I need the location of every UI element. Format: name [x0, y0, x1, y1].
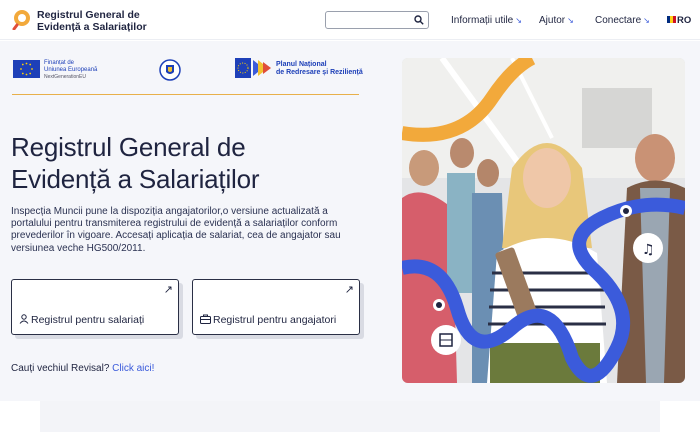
pnrr-line-1: Planul Național	[276, 61, 327, 68]
arrow-up-right-icon: ↗	[344, 284, 354, 296]
hero-photo: ♫	[402, 58, 685, 383]
arrow-down-right-icon: ↘	[515, 16, 522, 25]
nav-informatii-utile[interactable]: Informații utile ↘	[451, 15, 522, 26]
page-title: Registrul General de Evidență a Salariaț…	[11, 131, 391, 195]
arrow-down-right-icon: ↘	[567, 16, 574, 25]
revisal-prompt: Cauți vechiul Revisal? Click aici!	[11, 363, 154, 374]
brand-name[interactable]: Registrul General de Evidență a Salariaț…	[37, 9, 147, 33]
hero-photo-illustration: ♫	[402, 58, 685, 383]
search-icon[interactable]	[414, 15, 424, 25]
arrow-down-right-icon: ↘	[643, 16, 650, 25]
user-icon	[19, 314, 29, 324]
next-section-preview	[40, 401, 660, 432]
brand-line-1: Registrul General de	[37, 9, 140, 21]
svg-text:♫: ♫	[642, 242, 655, 258]
title-line-1: Registrul General de	[11, 132, 246, 162]
site-logo-icon[interactable]	[11, 8, 33, 30]
card-label: Registrul pentru angajatori	[200, 314, 336, 326]
briefcase-icon	[200, 314, 211, 324]
nav-ajutor[interactable]: Ajutor ↘	[539, 15, 574, 26]
card-label: Registrul pentru salariați	[19, 314, 144, 326]
romania-flag-icon	[667, 16, 676, 23]
nav-label: Conectare	[595, 15, 642, 26]
revisal-text: Cauți vechiul Revisal?	[11, 363, 110, 374]
card-registru-angajatori[interactable]: ↗ Registrul pentru angajatori	[192, 279, 360, 335]
pnrr-line-2: de Redresare și Reziliență	[276, 69, 363, 76]
government-crest-icon	[159, 59, 181, 81]
hero-description: Inspecția Muncii pune la dispoziția anga…	[11, 206, 341, 254]
nav-conectare[interactable]: Conectare ↘	[595, 15, 650, 26]
eu-line-1: Finanțat de	[44, 60, 75, 66]
top-header: Registrul General de Evidență a Salariaț…	[0, 0, 700, 40]
brand-line-2: Evidență a Salariaților	[37, 21, 147, 33]
language-label: RO	[677, 15, 692, 26]
eu-line-2: Uniunea Europeană	[44, 67, 98, 73]
arrow-up-right-icon: ↗	[163, 284, 173, 296]
nav-label: Ajutor	[539, 15, 566, 26]
card-registru-salariati[interactable]: ↗ Registrul pentru salariați	[11, 279, 179, 335]
card-label-text: Registrul pentru angajatori	[213, 314, 337, 326]
card-label-text: Registrul pentru salariați	[31, 314, 145, 326]
eu-line-3: NextGenerationEU	[44, 74, 86, 80]
pnrr-logo-icon	[235, 58, 271, 78]
section-divider	[12, 94, 359, 95]
eu-flag-icon	[13, 60, 40, 78]
language-selector[interactable]: RO	[667, 15, 691, 26]
pnrr-text: Planul Național de Redresare și Rezilien…	[276, 61, 363, 77]
eu-funding-text: Finanțat de Uniunea Europeană NextGenera…	[44, 60, 97, 81]
search-box[interactable]	[325, 11, 429, 29]
nav-label: Informații utile	[451, 15, 514, 26]
title-line-2: Evidență a Salariaților	[11, 164, 260, 194]
revisal-link[interactable]: Click aici!	[112, 363, 154, 374]
